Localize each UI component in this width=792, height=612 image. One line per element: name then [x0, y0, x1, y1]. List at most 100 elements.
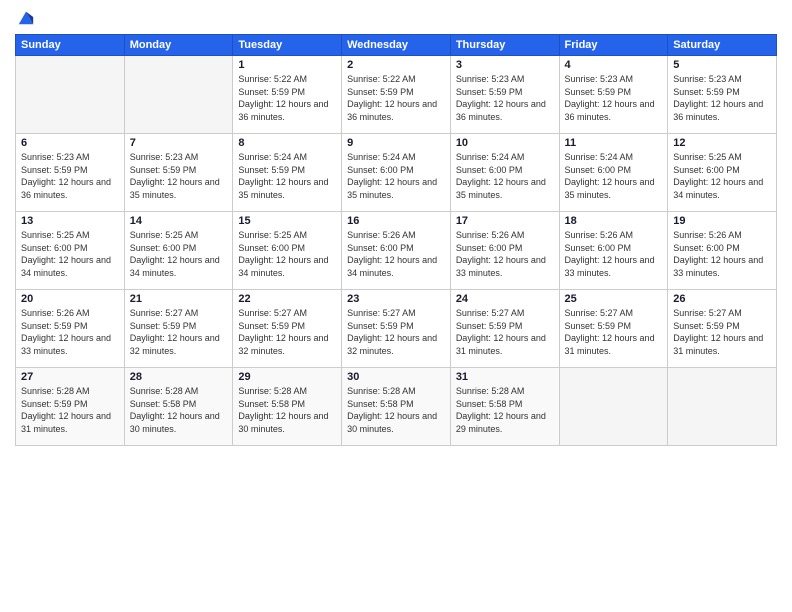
header: [15, 10, 777, 26]
calendar-cell: 30Sunrise: 5:28 AM Sunset: 5:58 PM Dayli…: [342, 368, 451, 446]
day-number: 17: [456, 215, 554, 227]
day-info: Sunrise: 5:23 AM Sunset: 5:59 PM Dayligh…: [673, 73, 771, 123]
calendar-cell: 20 Sunrise: 5:26 AM Sunset: 5:59 PM Dayli…: [16, 290, 125, 368]
calendar-cell: 13 Sunrise: 5:25 AM Sunset: 6:00 PM Dayli…: [16, 212, 125, 290]
day-info: Sunrise: 5:25 AM Sunset: 6:00 PM Dayligh…: [21, 229, 119, 279]
day-number: 11: [565, 137, 663, 149]
calendar-cell: 31 Sunrise: 5:28 AM Sunset: 5:58 PM Dayli…: [450, 368, 559, 446]
calendar-cell: 6Sunrise: 5:23 AM Sunset: 5:59 PM Daylig…: [16, 134, 125, 212]
day-number: 29: [238, 371, 336, 383]
day-info: Sunrise: 5:26 AM Sunset: 5:59 PM Dayligh…: [21, 307, 119, 357]
day-info: Sunrise: 5:27 AM Sunset: 5:59 PM Dayligh…: [130, 307, 228, 357]
day-info: Sunrise: 5:27 AM Sunset: 5:59 PM Dayligh…: [238, 307, 336, 357]
calendar-cell: 22 Sunrise: 5:27 AM Sunset: 5:59 PM Dayli…: [233, 290, 342, 368]
calendar-cell: [124, 56, 233, 134]
page: SundayMondayTuesdayWednesdayThursdayFrid…: [0, 0, 792, 612]
col-header-saturday: Saturday: [668, 35, 777, 56]
calendar-cell: 12 Sunrise: 5:25 AM Sunset: 6:00 PM Dayli…: [668, 134, 777, 212]
day-number: 24: [456, 293, 554, 305]
day-info: Sunrise: 5:25 AM Sunset: 6:00 PM Dayligh…: [238, 229, 336, 279]
calendar-cell: 1 Sunrise: 5:22 AM Sunset: 5:59 PM Daylig…: [233, 56, 342, 134]
day-number: 7: [130, 137, 228, 149]
calendar-cell: [559, 368, 668, 446]
calendar-cell: 10 Sunrise: 5:24 AM Sunset: 6:00 PM Dayli…: [450, 134, 559, 212]
day-number: 1: [238, 59, 336, 71]
day-number: 12: [673, 137, 771, 149]
day-info: Sunrise: 5:28 AM Sunset: 5:58 PM Dayligh…: [130, 385, 228, 435]
day-number: 20: [21, 293, 119, 305]
day-number: 25: [565, 293, 663, 305]
day-info: Sunrise: 5:22 AM Sunset: 5:59 PM Dayligh…: [238, 73, 336, 123]
logo-icon: [17, 8, 35, 26]
calendar-cell: 26 Sunrise: 5:27 AM Sunset: 5:59 PM Dayli…: [668, 290, 777, 368]
col-header-thursday: Thursday: [450, 35, 559, 56]
calendar-cell: 15 Sunrise: 5:25 AM Sunset: 6:00 PM Dayli…: [233, 212, 342, 290]
day-info: Sunrise: 5:28 AM Sunset: 5:58 PM Dayligh…: [238, 385, 336, 435]
day-info: Sunrise: 5:24 AM Sunset: 6:00 PM Dayligh…: [456, 151, 554, 201]
calendar-cell: [668, 368, 777, 446]
day-info: Sunrise: 5:27 AM Sunset: 5:59 PM Dayligh…: [347, 307, 445, 357]
day-number: 8: [238, 137, 336, 149]
day-number: 5: [673, 59, 771, 71]
day-number: 2: [347, 59, 445, 71]
day-number: 31: [456, 371, 554, 383]
calendar-cell: [16, 56, 125, 134]
calendar-table: SundayMondayTuesdayWednesdayThursdayFrid…: [15, 34, 777, 446]
col-header-tuesday: Tuesday: [233, 35, 342, 56]
calendar-cell: 11 Sunrise: 5:24 AM Sunset: 6:00 PM Dayli…: [559, 134, 668, 212]
col-header-monday: Monday: [124, 35, 233, 56]
day-number: 28: [130, 371, 228, 383]
day-info: Sunrise: 5:24 AM Sunset: 6:00 PM Dayligh…: [347, 151, 445, 201]
day-info: Sunrise: 5:27 AM Sunset: 5:59 PM Dayligh…: [456, 307, 554, 357]
calendar-cell: 2 Sunrise: 5:22 AM Sunset: 5:59 PM Daylig…: [342, 56, 451, 134]
day-info: Sunrise: 5:26 AM Sunset: 6:00 PM Dayligh…: [347, 229, 445, 279]
week-row-1: 1 Sunrise: 5:22 AM Sunset: 5:59 PM Daylig…: [16, 56, 777, 134]
week-row-5: 27Sunrise: 5:28 AM Sunset: 5:59 PM Dayli…: [16, 368, 777, 446]
day-info: Sunrise: 5:27 AM Sunset: 5:59 PM Dayligh…: [673, 307, 771, 357]
calendar-cell: 16 Sunrise: 5:26 AM Sunset: 6:00 PM Dayli…: [342, 212, 451, 290]
calendar-cell: 14 Sunrise: 5:25 AM Sunset: 6:00 PM Dayli…: [124, 212, 233, 290]
day-info: Sunrise: 5:24 AM Sunset: 6:00 PM Dayligh…: [565, 151, 663, 201]
week-row-2: 6Sunrise: 5:23 AM Sunset: 5:59 PM Daylig…: [16, 134, 777, 212]
calendar-cell: 8Sunrise: 5:24 AM Sunset: 5:59 PM Daylig…: [233, 134, 342, 212]
day-info: Sunrise: 5:26 AM Sunset: 6:00 PM Dayligh…: [456, 229, 554, 279]
day-info: Sunrise: 5:28 AM Sunset: 5:58 PM Dayligh…: [456, 385, 554, 435]
day-info: Sunrise: 5:23 AM Sunset: 5:59 PM Dayligh…: [565, 73, 663, 123]
calendar-cell: 5 Sunrise: 5:23 AM Sunset: 5:59 PM Daylig…: [668, 56, 777, 134]
day-info: Sunrise: 5:23 AM Sunset: 5:59 PM Dayligh…: [130, 151, 228, 201]
day-number: 9: [347, 137, 445, 149]
day-number: 26: [673, 293, 771, 305]
day-info: Sunrise: 5:25 AM Sunset: 6:00 PM Dayligh…: [130, 229, 228, 279]
col-header-wednesday: Wednesday: [342, 35, 451, 56]
col-header-friday: Friday: [559, 35, 668, 56]
day-number: 16: [347, 215, 445, 227]
col-header-sunday: Sunday: [16, 35, 125, 56]
calendar-cell: 27Sunrise: 5:28 AM Sunset: 5:59 PM Dayli…: [16, 368, 125, 446]
day-number: 14: [130, 215, 228, 227]
day-number: 23: [347, 293, 445, 305]
day-number: 27: [21, 371, 119, 383]
calendar-cell: 25Sunrise: 5:27 AM Sunset: 5:59 PM Dayli…: [559, 290, 668, 368]
calendar-cell: 19Sunrise: 5:26 AM Sunset: 6:00 PM Dayli…: [668, 212, 777, 290]
day-info: Sunrise: 5:22 AM Sunset: 5:59 PM Dayligh…: [347, 73, 445, 123]
day-number: 21: [130, 293, 228, 305]
day-number: 19: [673, 215, 771, 227]
calendar-cell: 18Sunrise: 5:26 AM Sunset: 6:00 PM Dayli…: [559, 212, 668, 290]
week-row-3: 13 Sunrise: 5:25 AM Sunset: 6:00 PM Dayli…: [16, 212, 777, 290]
calendar-cell: 29 Sunrise: 5:28 AM Sunset: 5:58 PM Dayli…: [233, 368, 342, 446]
day-info: Sunrise: 5:23 AM Sunset: 5:59 PM Dayligh…: [21, 151, 119, 201]
day-number: 3: [456, 59, 554, 71]
calendar-cell: 9 Sunrise: 5:24 AM Sunset: 6:00 PM Daylig…: [342, 134, 451, 212]
calendar-header-row: SundayMondayTuesdayWednesdayThursdayFrid…: [16, 35, 777, 56]
day-info: Sunrise: 5:25 AM Sunset: 6:00 PM Dayligh…: [673, 151, 771, 201]
calendar-cell: 28 Sunrise: 5:28 AM Sunset: 5:58 PM Dayli…: [124, 368, 233, 446]
calendar-cell: 3Sunrise: 5:23 AM Sunset: 5:59 PM Daylig…: [450, 56, 559, 134]
calendar-cell: 23 Sunrise: 5:27 AM Sunset: 5:59 PM Dayli…: [342, 290, 451, 368]
day-number: 15: [238, 215, 336, 227]
day-info: Sunrise: 5:26 AM Sunset: 6:00 PM Dayligh…: [565, 229, 663, 279]
day-number: 22: [238, 293, 336, 305]
day-number: 4: [565, 59, 663, 71]
day-number: 13: [21, 215, 119, 227]
day-number: 10: [456, 137, 554, 149]
day-info: Sunrise: 5:28 AM Sunset: 5:58 PM Dayligh…: [347, 385, 445, 435]
